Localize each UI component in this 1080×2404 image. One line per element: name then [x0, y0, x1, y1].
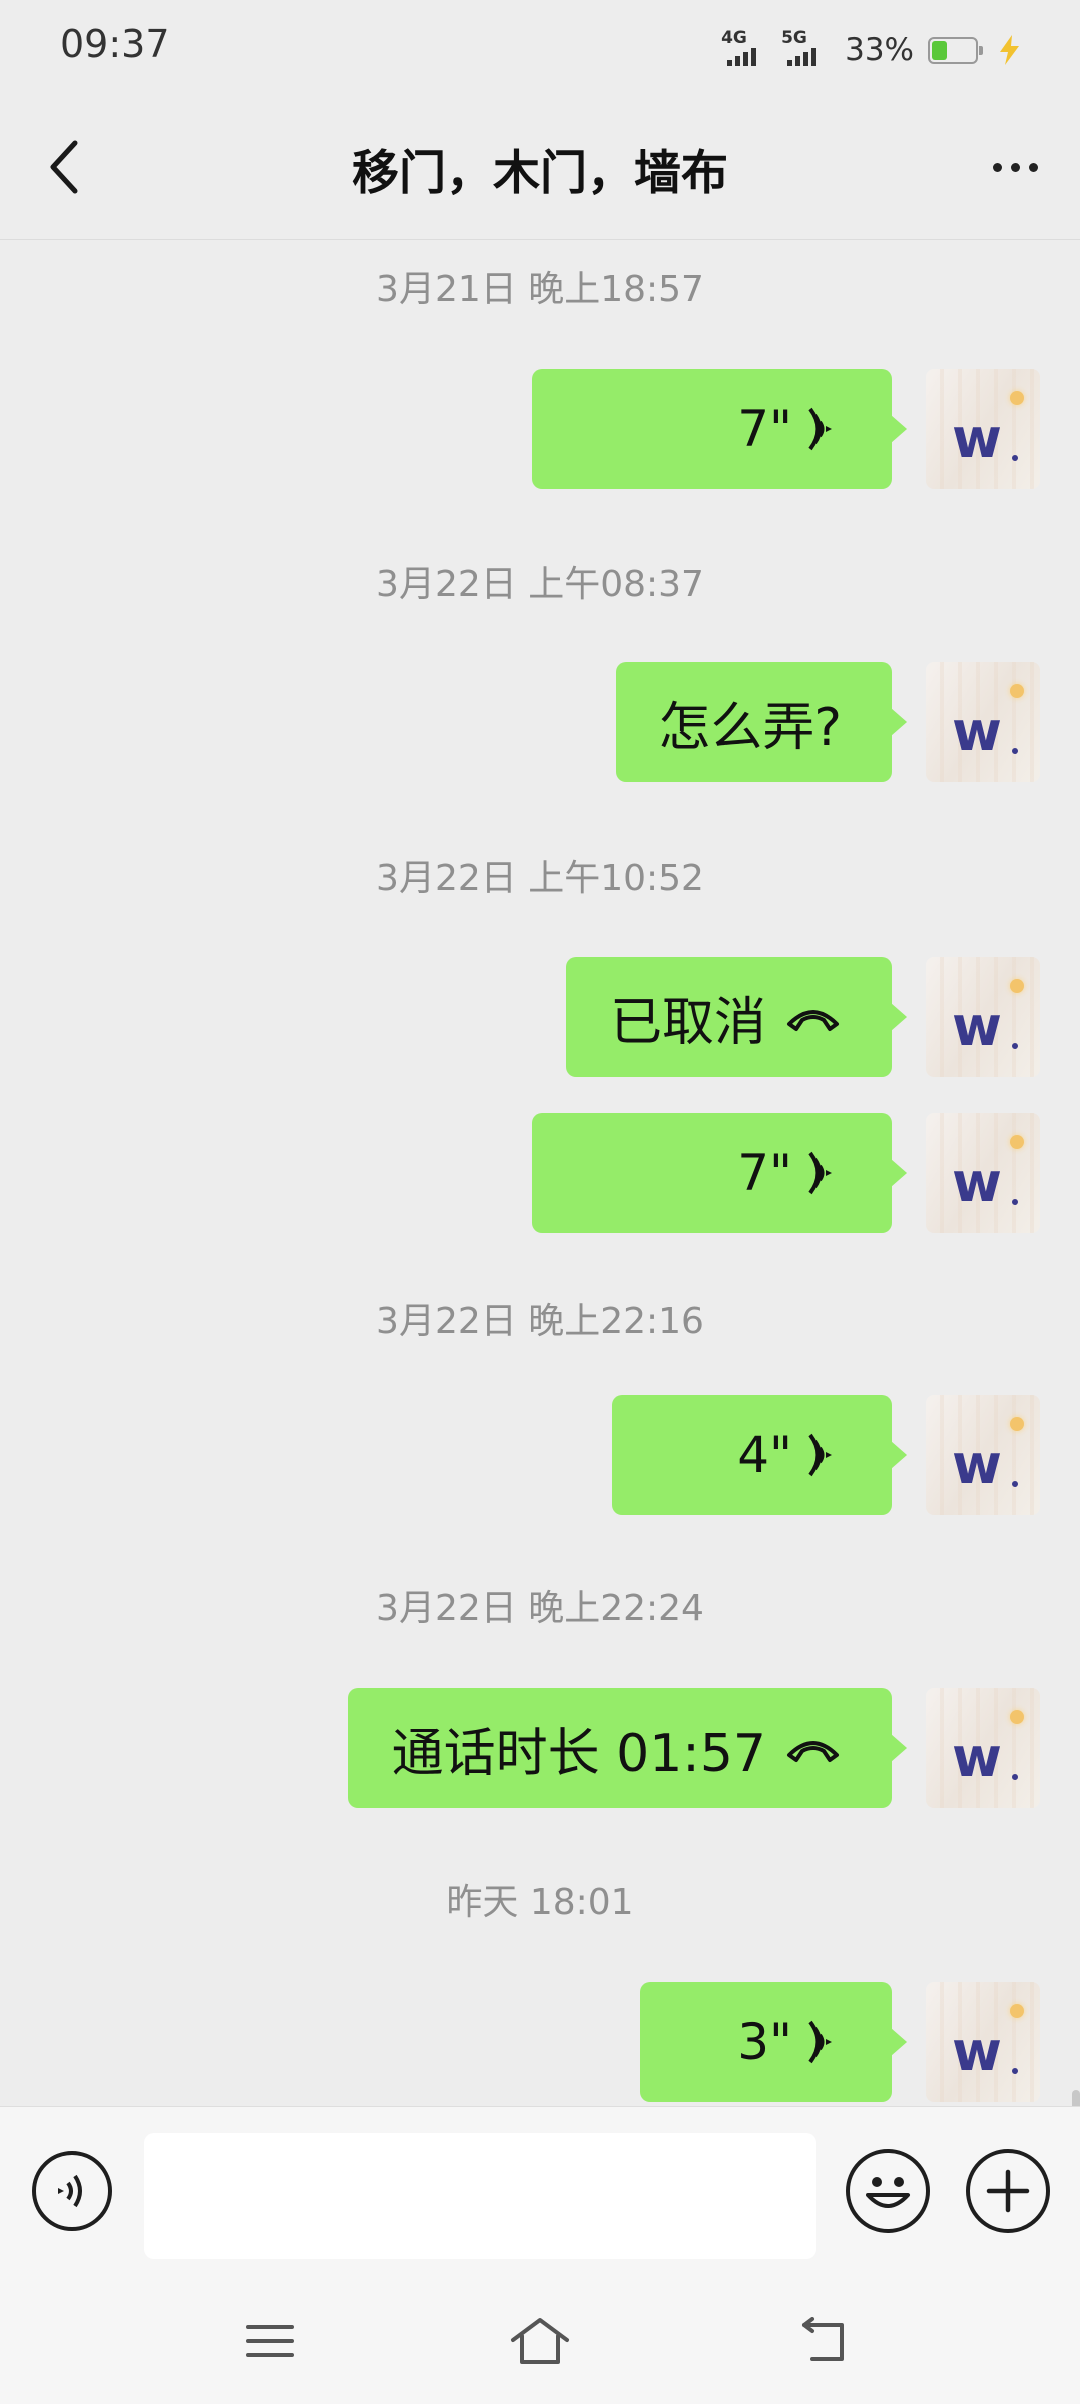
chevron-left-icon: [50, 140, 78, 194]
voice-wave-icon: [808, 1151, 832, 1195]
timestamp: 3月22日 上午08:37: [376, 564, 704, 605]
plus-button[interactable]: [966, 2149, 1050, 2233]
avatar[interactable]: w: [926, 1113, 1040, 1233]
menu-button[interactable]: [230, 2306, 310, 2376]
voice-wave-icon: [808, 1433, 832, 1477]
avatar[interactable]: w: [926, 662, 1040, 782]
avatar[interactable]: w: [926, 1982, 1040, 2102]
avatar[interactable]: w: [926, 1395, 1040, 1515]
home-icon: [511, 2318, 569, 2364]
phone-hangup-icon: [787, 1741, 839, 1762]
signal-4g-icon: 4G: [721, 30, 771, 70]
avatar[interactable]: w: [926, 1688, 1040, 1808]
battery-percentage: 33%: [845, 32, 914, 68]
voice-message-bubble[interactable]: 4": [612, 1395, 907, 1515]
message-row: 已取消 w: [566, 957, 1040, 1077]
message-row: 7" w: [532, 369, 1040, 489]
back-icon: [802, 2317, 844, 2361]
timestamp: 昨天 18:01: [446, 1882, 634, 1923]
plus-icon: [986, 2169, 1030, 2213]
message-list[interactable]: 3月21日 晚上18:57 7" w 3月22日 上午08:37 怎么弄? w …: [0, 240, 1080, 2106]
input-bar: [0, 2106, 1080, 2278]
call-message-bubble[interactable]: 已取消: [566, 957, 907, 1077]
call-duration-text: 通话时长 01:57: [391, 1723, 766, 1784]
more-dots-icon: [992, 162, 1002, 172]
timestamp: 3月22日 上午10:52: [376, 858, 704, 899]
system-nav-bar: [0, 2278, 1080, 2404]
message-row: 通话时长 01:57 w: [348, 1688, 1040, 1808]
voice-duration: 4": [737, 1426, 792, 1484]
message-row: 3" w: [640, 1982, 1040, 2102]
chat-title: 移门，木门，墙布: [352, 146, 728, 201]
status-icons: 4G 5G 33%: [721, 26, 1024, 74]
home-button[interactable]: [500, 2306, 580, 2376]
more-button[interactable]: [980, 132, 1050, 202]
text-message-bubble[interactable]: 怎么弄?: [616, 662, 907, 782]
timestamp: 3月21日 晚上18:57: [376, 269, 704, 310]
timestamp: 3月22日 晚上22:24: [376, 1588, 704, 1629]
message-row: 4" w: [612, 1395, 1040, 1515]
battery-icon: [928, 36, 983, 64]
call-status-text: 已取消: [609, 992, 766, 1053]
charging-icon: [1000, 35, 1019, 65]
message-row: 怎么弄? w: [616, 662, 1040, 782]
voice-wave-icon: [808, 2020, 832, 2064]
voice-input-icon: [58, 2174, 82, 2208]
chat-header: 移门，木门，墙布: [0, 96, 1080, 240]
voice-message-bubble[interactable]: 3": [640, 1982, 907, 2102]
avatar[interactable]: w: [926, 957, 1040, 1077]
nav-back-button[interactable]: [785, 2306, 865, 2376]
status-bar: 09:37 4G 5G 33%: [0, 0, 1080, 96]
voice-duration: 7": [737, 400, 792, 458]
timestamp: 3月22日 晚上22:16: [376, 1301, 704, 1342]
call-message-bubble[interactable]: 通话时长 01:57: [348, 1688, 907, 1808]
message-row: 7" w: [532, 1113, 1040, 1233]
emoji-button[interactable]: [846, 2149, 930, 2233]
voice-duration: 7": [737, 1144, 792, 1202]
avatar[interactable]: w: [926, 369, 1040, 489]
voice-message-bubble[interactable]: 7": [532, 369, 907, 489]
message-input[interactable]: [144, 2133, 816, 2259]
back-button[interactable]: [30, 132, 100, 202]
menu-icon: [246, 2325, 294, 2357]
scrollbar[interactable]: [1072, 2090, 1080, 2106]
message-text: 怎么弄?: [658, 697, 842, 758]
status-time: 09:37: [60, 22, 170, 66]
phone-hangup-icon: [787, 1010, 839, 1031]
signal-5g-icon: 5G: [781, 30, 831, 70]
emoji-icon: [866, 2177, 910, 2208]
voice-input-button[interactable]: [32, 2151, 112, 2231]
voice-wave-icon: [808, 407, 832, 451]
voice-duration: 3": [737, 2013, 792, 2071]
voice-message-bubble[interactable]: 7": [532, 1113, 907, 1233]
